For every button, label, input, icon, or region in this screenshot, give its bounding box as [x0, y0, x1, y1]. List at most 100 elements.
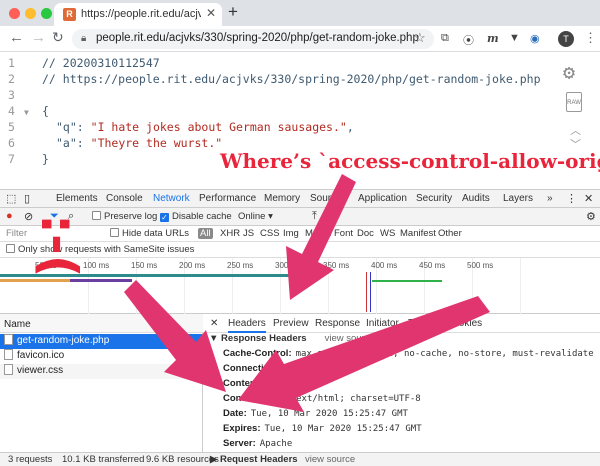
- fold-toggle-icon[interactable]: ▼: [24, 108, 29, 117]
- tab-cookies[interactable]: Cookies: [446, 318, 482, 329]
- line-number: 4: [8, 104, 15, 118]
- preserve-log-label: Preserve log: [104, 211, 158, 222]
- request-details: ✕ Headers Preview Response Initiator Tim…: [203, 314, 600, 452]
- tab-headers[interactable]: Headers: [228, 318, 266, 333]
- filter-type-manifest[interactable]: Manifest: [400, 228, 436, 239]
- response-headers-section[interactable]: ▼ Response Headers view source: [209, 333, 375, 344]
- header-name: Server:: [223, 438, 256, 449]
- tab-initiator[interactable]: Initiator: [366, 318, 399, 329]
- tab-performance[interactable]: Performance: [199, 193, 256, 204]
- record-icon[interactable]: ●: [6, 210, 13, 222]
- header-row: Content-Length: 67: [223, 378, 312, 389]
- extension-puzzle-icon[interactable]: ⧉: [441, 32, 449, 45]
- forward-arrow-icon[interactable]: →: [31, 29, 46, 46]
- minimize-window-button[interactable]: [25, 8, 36, 19]
- disable-cache-label: Disable cache: [172, 211, 232, 222]
- close-details-icon[interactable]: ✕: [210, 318, 218, 329]
- device-toolbar-icon[interactable]: ▯: [24, 192, 30, 205]
- throttle-select[interactable]: Online ▾: [238, 211, 273, 222]
- disable-cache-checkbox[interactable]: ✓ Disable cache: [160, 211, 232, 222]
- hide-data-urls-label: Hide data URLs: [122, 228, 190, 239]
- code-comment: // 20200310112547: [42, 56, 160, 70]
- filter-type-other[interactable]: Other: [438, 228, 462, 239]
- timeline-tick: 300 ms: [275, 261, 302, 270]
- preserve-log-checkbox[interactable]: Preserve log: [92, 211, 157, 222]
- tab-console[interactable]: Console: [106, 193, 143, 204]
- timeline-domcontent-marker: [370, 272, 371, 312]
- filter-type-font[interactable]: Font: [334, 228, 353, 239]
- filter-type-media[interactable]: Media: [305, 228, 331, 239]
- tab-response[interactable]: Response: [315, 318, 360, 329]
- tab-network[interactable]: Network: [153, 193, 190, 204]
- gear-icon[interactable]: ⚙: [586, 210, 596, 223]
- request-row[interactable]: get-random-joke.php: [0, 334, 202, 349]
- new-tab-button[interactable]: +: [228, 2, 238, 22]
- tab-sources[interactable]: Sources: [310, 193, 347, 204]
- view-source-link[interactable]: view source: [305, 454, 355, 465]
- tab-timing[interactable]: Timing: [408, 318, 438, 329]
- code-line-q: "q": "I hate jokes about German sausages…: [56, 120, 354, 134]
- filter-input[interactable]: Filter: [6, 228, 27, 239]
- network-timeline[interactable]: 50 ms 100 ms 150 ms 200 ms 250 ms 300 ms…: [0, 258, 600, 314]
- close-devtools-icon[interactable]: ✕: [584, 192, 593, 205]
- address-bar[interactable]: 🔒︎ people.rit.edu/acjvks/330/spring-2020…: [72, 29, 434, 49]
- screenshot-root: R https://people.rit.edu/acjvks/330/sp ✕…: [0, 0, 600, 466]
- header-row: Connection: close: [223, 363, 310, 374]
- maximize-window-button[interactable]: [41, 8, 52, 19]
- import-har-icon[interactable]: ⤒: [312, 210, 317, 223]
- request-list: Name get-random-joke.php favicon.ico vie…: [0, 314, 203, 452]
- extension-m-icon[interactable]: m: [487, 32, 499, 45]
- url-text[interactable]: people.rit.edu/acjvks/330/spring-2020/ph…: [96, 32, 419, 44]
- profile-avatar[interactable]: T: [558, 31, 574, 47]
- filter-type-js[interactable]: JS: [243, 228, 254, 239]
- more-tabs-icon[interactable]: »: [547, 193, 553, 204]
- extension-globe-icon[interactable]: ◉: [530, 32, 540, 45]
- filter-type-all[interactable]: All: [198, 228, 213, 239]
- menu-kebab-icon[interactable]: ⋮: [584, 30, 597, 46]
- request-row[interactable]: viewer.css: [0, 364, 202, 379]
- json-key: "q": [56, 120, 77, 134]
- tab-layers[interactable]: Layers: [503, 193, 533, 204]
- bookmark-star-icon[interactable]: ☆: [414, 30, 426, 46]
- back-arrow-icon[interactable]: ←: [9, 29, 24, 46]
- file-icon: [4, 364, 13, 375]
- filter-type-ws[interactable]: WS: [380, 228, 395, 239]
- site-favicon-icon: R: [63, 8, 76, 21]
- tab-close-icon[interactable]: ✕: [206, 6, 216, 20]
- filter-type-doc[interactable]: Doc: [357, 228, 374, 239]
- extension-e-icon[interactable]: ⦿: [463, 32, 474, 48]
- timeline-tick: 150 ms: [131, 261, 158, 270]
- request-headers-section[interactable]: ▶ Request Headers: [210, 454, 298, 465]
- request-name: favicon.ico: [17, 350, 65, 361]
- timeline-tick: 200 ms: [179, 261, 206, 270]
- tab-audits[interactable]: Audits: [462, 193, 490, 204]
- name-column-header[interactable]: Name: [4, 319, 31, 330]
- hide-data-urls-checkbox[interactable]: Hide data URLs: [110, 228, 189, 239]
- close-window-button[interactable]: [9, 8, 20, 19]
- tab-elements[interactable]: Elements: [56, 193, 98, 204]
- extension-v-icon[interactable]: ▼: [509, 32, 520, 44]
- timeline-tick: 400 ms: [371, 261, 398, 270]
- tab-preview[interactable]: Preview: [273, 318, 309, 329]
- json-string: "I hate jokes about German sausages.": [90, 120, 347, 134]
- tab-security[interactable]: Security: [416, 193, 452, 204]
- gear-icon[interactable]: ⚙: [563, 60, 575, 84]
- raw-view-icon[interactable]: RAW: [566, 92, 582, 112]
- filter-type-xhr[interactable]: XHR: [220, 228, 240, 239]
- inspect-element-icon[interactable]: ⬚: [6, 192, 16, 205]
- reload-icon[interactable]: ↻: [52, 29, 64, 46]
- tab-memory[interactable]: Memory: [264, 193, 300, 204]
- view-source-link[interactable]: view source: [325, 333, 375, 344]
- filter-type-css[interactable]: CSS: [260, 228, 280, 239]
- samesite-row: Only show requests with SameSite issues: [0, 242, 600, 258]
- kebab-icon[interactable]: ⋮: [566, 192, 577, 205]
- browser-tab[interactable]: R https://people.rit.edu/acjvks/330/sp ✕: [54, 3, 222, 26]
- header-name: Content-Type:: [223, 393, 287, 404]
- timeline-bar-waiting: [0, 279, 70, 282]
- filter-type-img[interactable]: Img: [283, 228, 299, 239]
- request-count: 3 requests: [8, 454, 53, 465]
- tab-application[interactable]: Application: [358, 193, 407, 204]
- request-row[interactable]: favicon.ico: [0, 349, 202, 364]
- export-har-icon[interactable]: ⤓: [332, 210, 337, 223]
- timeline-bar-stylesheet: [70, 279, 132, 282]
